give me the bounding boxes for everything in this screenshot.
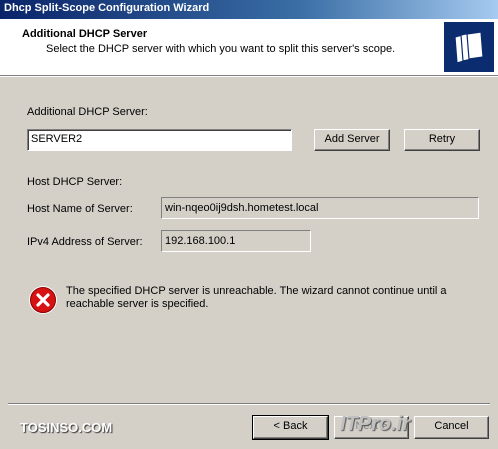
back-button[interactable]: < Back xyxy=(252,415,329,440)
host-section-label: Host DHCP Server: xyxy=(27,176,123,188)
wizard-folders-icon xyxy=(444,22,494,72)
cancel-button[interactable]: Cancel xyxy=(414,416,489,439)
add-server-button[interactable]: Add Server xyxy=(314,129,390,151)
window-title: Dhcp Split-Scope Configuration Wizard xyxy=(4,2,210,14)
error-icon xyxy=(28,285,58,315)
error-message: The specified DHCP server is unreachable… xyxy=(66,285,447,310)
ipv4-field: 192.168.100.1 xyxy=(161,230,311,252)
watermark-right: ITPro.ir xyxy=(340,413,411,435)
watermark-left: TOSINSO.COM xyxy=(20,420,113,435)
ipv4-label: IPv4 Address of Server: xyxy=(27,236,143,248)
header-separator xyxy=(0,76,498,77)
additional-server-input[interactable]: SERVER2 xyxy=(27,129,292,151)
retry-button[interactable]: Retry xyxy=(404,129,480,151)
page-title: Additional DHCP Server xyxy=(22,28,148,40)
wizard-header: Additional DHCP Server Select the DHCP s… xyxy=(0,19,498,76)
page-subtitle: Select the DHCP server with which you wa… xyxy=(46,43,396,55)
host-name-field: win-nqeo0ij9dsh.hometest.local xyxy=(161,197,479,219)
additional-server-label: Additional DHCP Server: xyxy=(27,106,148,118)
title-bar: Dhcp Split-Scope Configuration Wizard xyxy=(0,0,498,19)
footer-separator xyxy=(8,403,490,405)
host-name-label: Host Name of Server: xyxy=(27,203,133,215)
